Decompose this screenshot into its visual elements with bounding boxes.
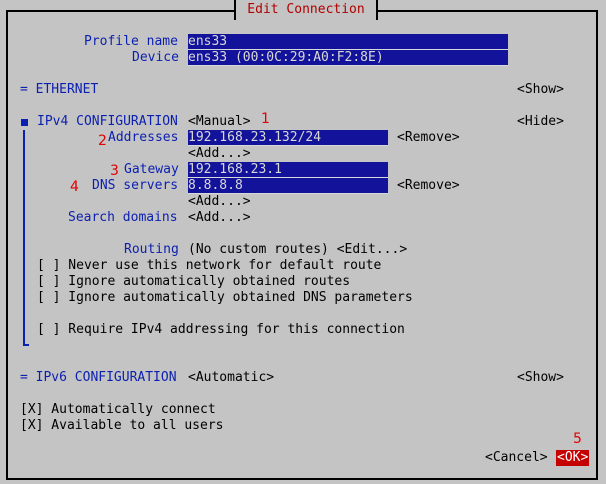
dns-add-button[interactable]: <Add...> <box>188 194 251 210</box>
ethernet-section-label: = ETHERNET <box>20 82 99 97</box>
search-domains-label: Search domains <box>68 210 178 225</box>
require-ipv4-checkbox[interactable]: [ ] Require IPv4 addressing for this con… <box>37 322 405 338</box>
annotation-3: 3 <box>110 163 119 179</box>
annotation-2: 2 <box>98 133 107 149</box>
dns-servers-label: DNS servers <box>92 178 179 193</box>
ipv4-section-bracket <box>23 130 25 346</box>
annotation-4: 4 <box>70 179 79 195</box>
annotation-5: 5 <box>573 431 582 447</box>
profile-name-input[interactable]: ens33 <box>188 34 508 50</box>
profile-name-label: Profile name <box>84 34 178 49</box>
routing-label: Routing <box>124 242 179 257</box>
device-input[interactable]: ens33 (00:0C:29:A0:F2:8E) <box>188 50 508 66</box>
address-add-button[interactable]: <Add...> <box>188 146 251 162</box>
routing-edit-button[interactable]: (No custom routes) <Edit...> <box>188 242 407 258</box>
ignore-routes-checkbox[interactable]: [ ] Ignore automatically obtained routes <box>37 274 350 290</box>
dns-remove-button[interactable]: <Remove> <box>397 178 460 194</box>
ok-button[interactable]: <OK> <box>556 450 590 466</box>
address-remove-button[interactable]: <Remove> <box>397 130 460 146</box>
section-marker-icon <box>21 119 28 126</box>
search-domains-add-button[interactable]: <Add...> <box>188 210 251 226</box>
ipv6-section-label: = IPv6 CONFIGURATION <box>20 370 177 385</box>
ignore-dns-checkbox[interactable]: [ ] Ignore automatically obtained DNS pa… <box>37 290 413 306</box>
never-default-route-checkbox[interactable]: [ ] Never use this network for default r… <box>37 258 381 274</box>
gateway-label: Gateway <box>124 162 179 177</box>
dns-server-input[interactable]: 8.8.8.8 <box>188 178 388 194</box>
ethernet-show-button[interactable]: <Show> <box>517 82 564 98</box>
address-input[interactable]: 192.168.23.132/24 <box>188 130 388 146</box>
annotation-1: 1 <box>261 111 270 127</box>
available-all-users-checkbox[interactable]: [X] Available to all users <box>20 418 224 434</box>
cancel-button[interactable]: <Cancel> <box>485 450 548 466</box>
ipv4-section-label: IPv4 CONFIGURATION <box>37 114 178 129</box>
auto-connect-checkbox[interactable]: [X] Automatically connect <box>20 402 216 418</box>
ipv6-show-button[interactable]: <Show> <box>517 370 564 386</box>
ipv6-mode-button[interactable]: <Automatic> <box>188 370 274 386</box>
edit-connection-dialog: Edit Connection Profile name ens33 Devic… <box>0 0 606 484</box>
terminal-screen: Edit Connection Profile name ens33 Devic… <box>0 0 606 484</box>
ipv4-hide-button[interactable]: <Hide> <box>517 114 564 130</box>
addresses-label: Addresses <box>108 130 179 145</box>
device-label: Device <box>132 50 179 65</box>
ipv4-mode-button[interactable]: <Manual> <box>188 114 251 130</box>
gateway-input[interactable]: 192.168.23.1 <box>188 162 388 178</box>
ipv4-section-bracket-end <box>23 344 29 346</box>
dialog-title: Edit Connection <box>234 0 378 20</box>
